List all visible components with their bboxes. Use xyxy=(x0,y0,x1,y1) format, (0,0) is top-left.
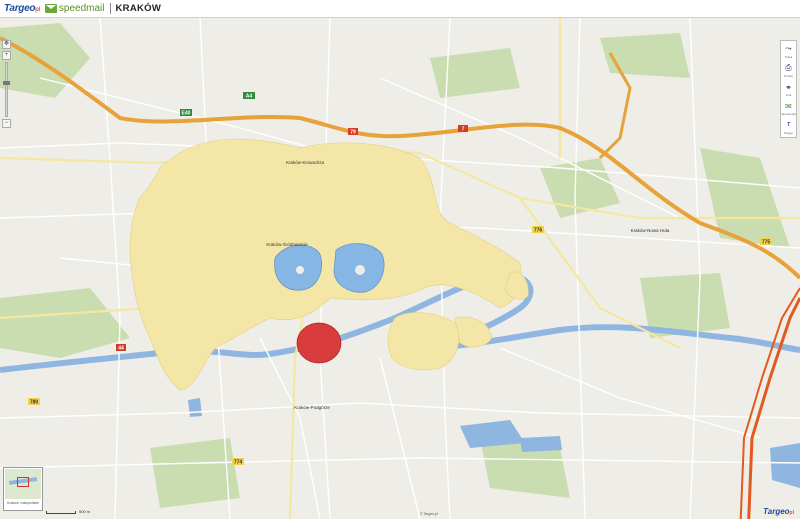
tool-label-print: Drukuj xyxy=(784,74,793,78)
targeo-logo[interactable]: Targeopl xyxy=(4,3,40,14)
tool-label-route: Trasa xyxy=(784,55,793,59)
pan-icon[interactable]: ✥ xyxy=(2,40,11,49)
minimap-view[interactable] xyxy=(5,469,41,499)
map-layer: A4 E40 79 7 776 44 780 774 775 Kraków-Kr… xyxy=(0,18,800,519)
road-badge-44: 44 xyxy=(118,346,124,352)
tools-panel: ⤳ Trasa ⎙ Drukuj ⚭ Link ✉ Speedmail T Ta… xyxy=(780,40,797,138)
envelope-icon xyxy=(44,4,57,13)
road-badge-a4: A4 xyxy=(246,94,253,100)
tool-label-link: Link xyxy=(785,93,792,97)
header-separator xyxy=(109,3,111,14)
road-badge-79: 79 xyxy=(350,130,356,136)
tool-label-speedmail: Speedmail xyxy=(781,112,796,116)
road-badge-7: 7 xyxy=(462,127,465,133)
road-badge-776: 776 xyxy=(534,228,543,234)
city-title: KRAKÓW xyxy=(115,3,162,14)
print-icon[interactable]: ⎙ xyxy=(782,62,795,74)
road-badge-775: 775 xyxy=(762,240,771,246)
district-label-podgorze: Kraków-Podgórze xyxy=(294,405,330,410)
district-label-nowahuta: Kraków-Nowa Huta xyxy=(631,228,670,233)
road-badge-e40: E40 xyxy=(182,111,191,117)
zoom-out-button[interactable]: − xyxy=(2,119,11,128)
minimap-caption: Kraków, małopolskie xyxy=(7,501,39,505)
district-label-krowodrza: Kraków-Krowodrza xyxy=(286,160,325,165)
red-zone xyxy=(296,322,342,364)
targeo-icon[interactable]: T xyxy=(782,119,795,131)
scale-bar: 500 m xyxy=(46,509,90,514)
zoom-slider[interactable] xyxy=(3,62,10,117)
road-badge-774: 774 xyxy=(234,460,243,466)
map-canvas[interactable]: A4 E40 79 7 776 44 780 774 775 Kraków-Kr… xyxy=(0,18,800,519)
minimap[interactable]: Kraków, małopolskie xyxy=(3,467,43,511)
road-badge-780: 780 xyxy=(30,400,39,406)
tool-label-targeo: Targeo xyxy=(783,131,794,135)
mail-icon[interactable]: ✉ xyxy=(782,100,795,112)
zoom-controls: ✥ + − xyxy=(2,40,11,128)
scale-label: 500 m xyxy=(79,509,91,514)
zoom-slider-knob[interactable] xyxy=(3,81,10,85)
targeo-watermark[interactable]: Targeopl xyxy=(763,507,794,516)
minimap-viewport-frame[interactable] xyxy=(17,477,29,487)
district-label-srodmiescie: Kraków-Śródmieście xyxy=(266,240,308,247)
route-icon[interactable]: ⤳ xyxy=(782,43,795,55)
link-icon[interactable]: ⚭ xyxy=(782,81,795,93)
speedmail-logo[interactable]: speedmail xyxy=(44,3,105,14)
copyright: © Targeo.pl xyxy=(420,512,438,516)
expressway-s7 xyxy=(747,297,800,519)
top-bar: Targeopl speedmail KRAKÓW xyxy=(0,0,800,18)
zoom-in-button[interactable]: + xyxy=(2,51,11,60)
